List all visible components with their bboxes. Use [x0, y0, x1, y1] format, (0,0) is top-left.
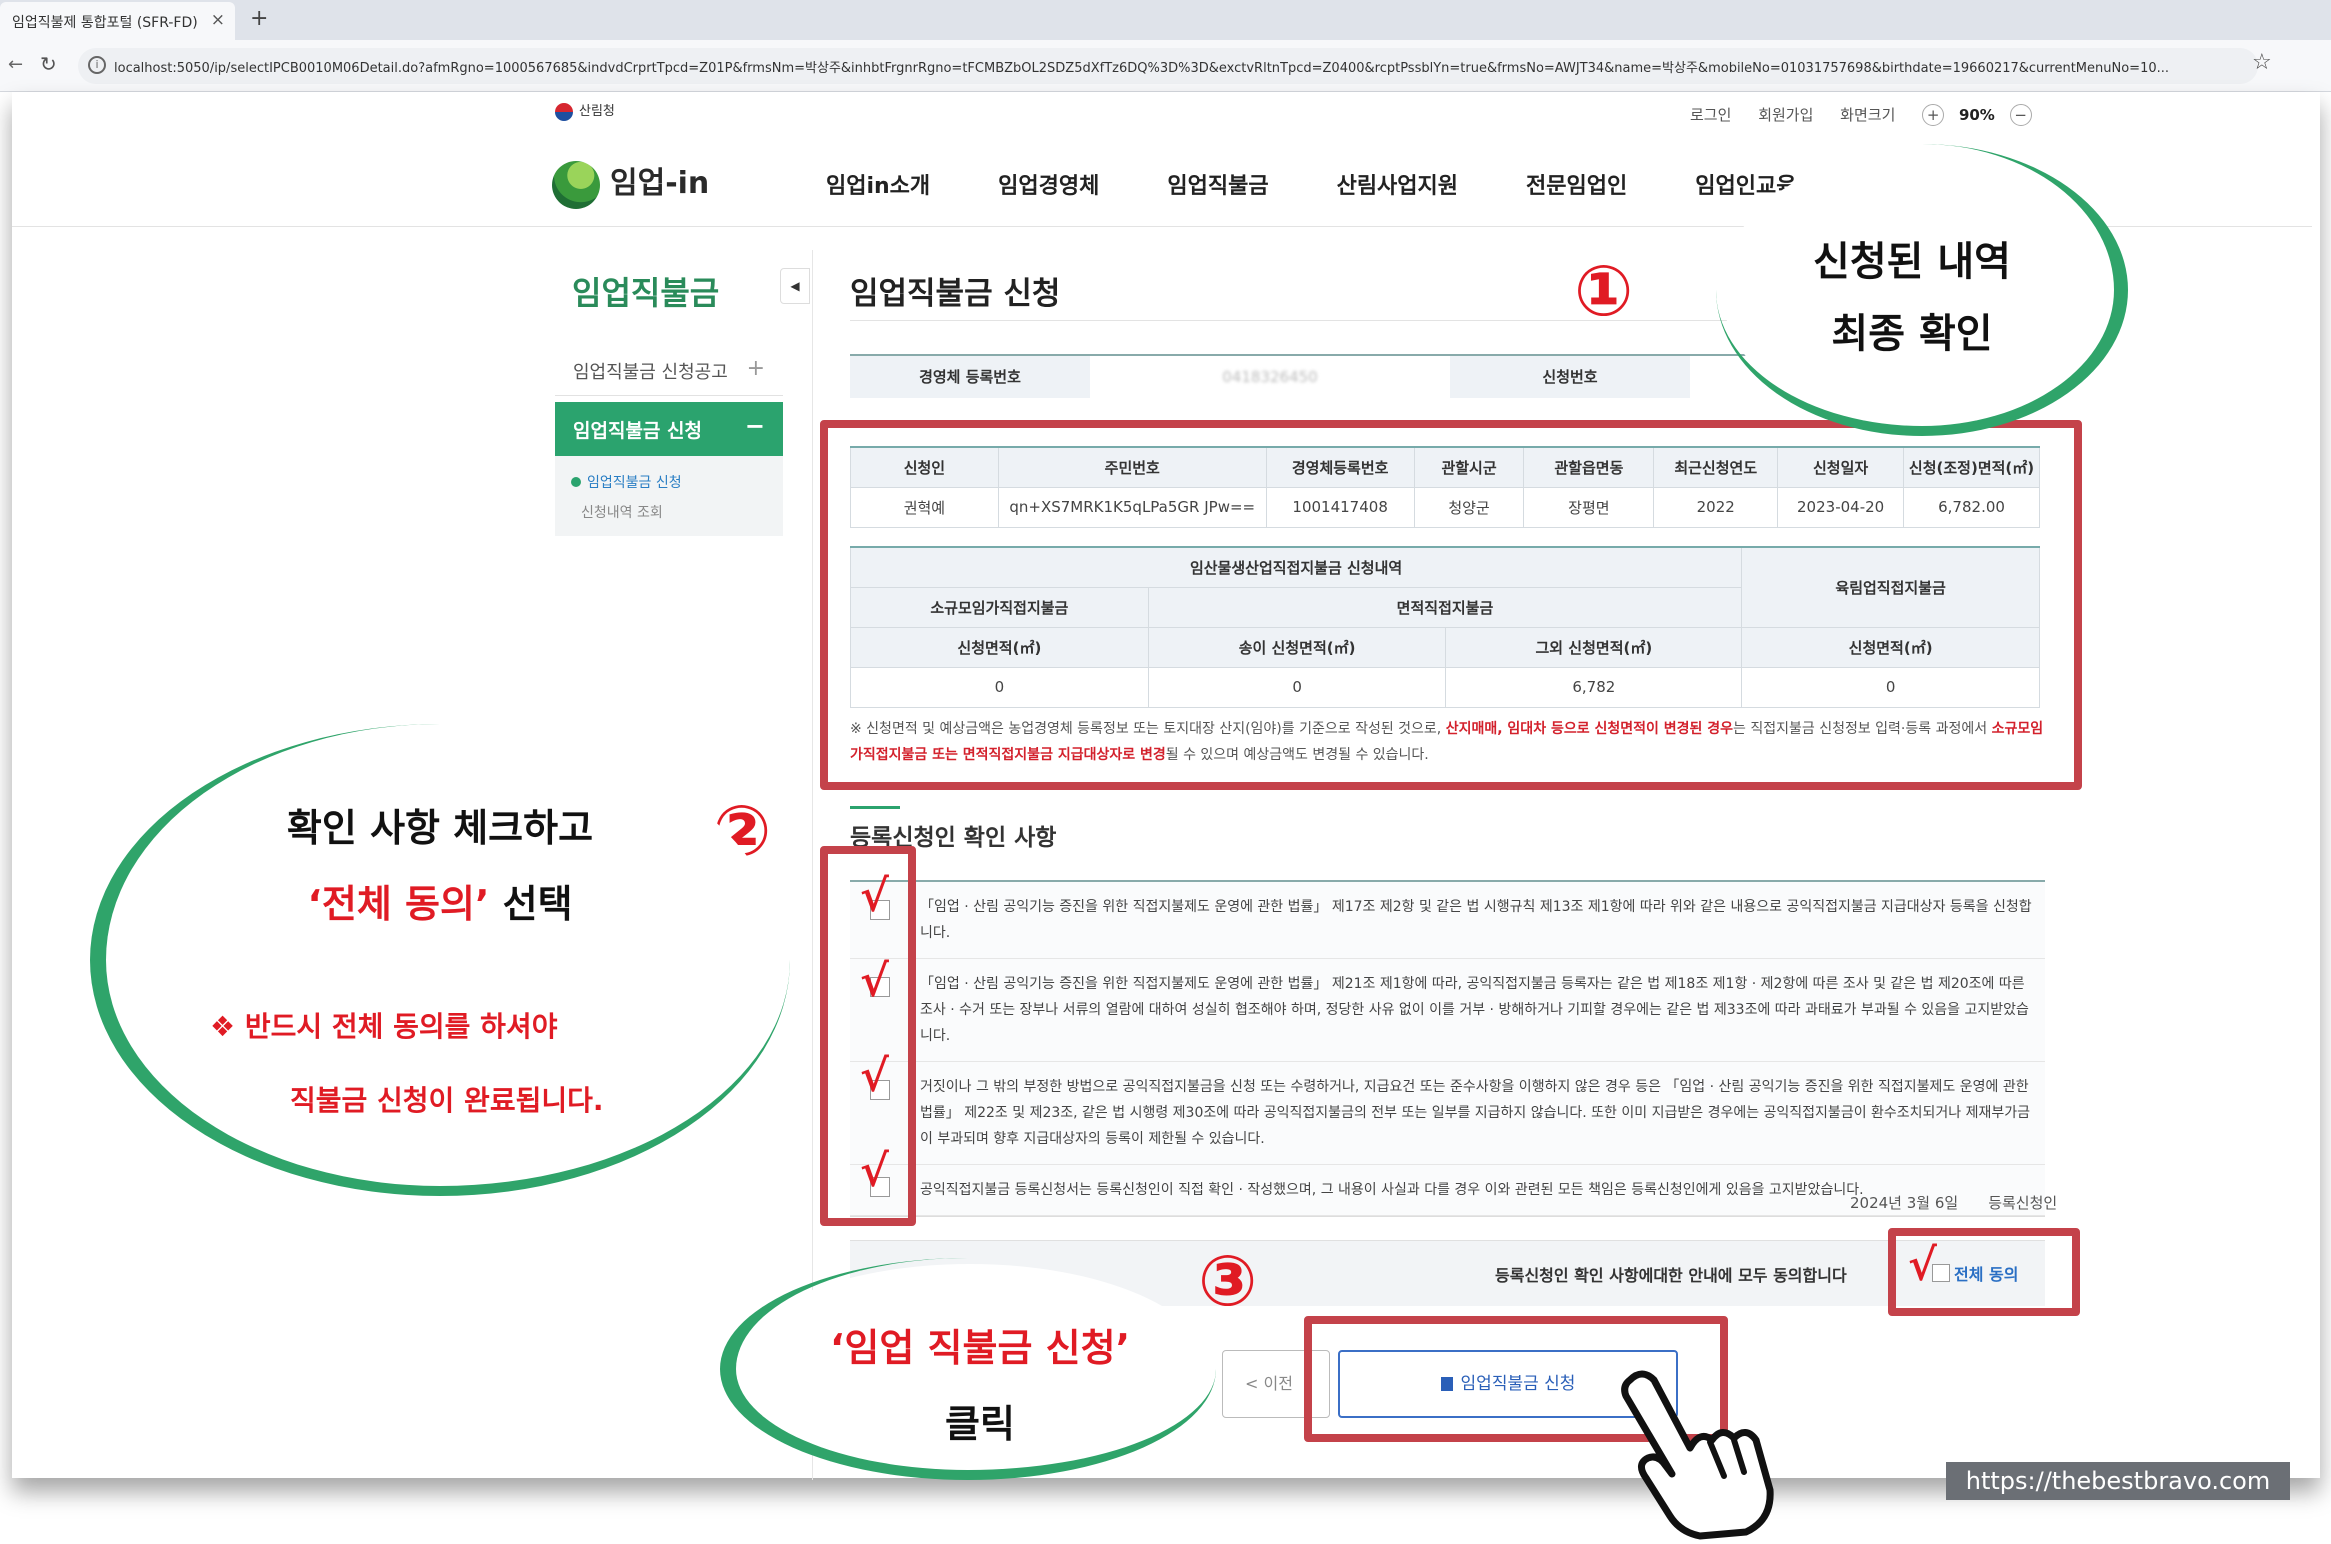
back-arrow-icon[interactable]: ← [8, 54, 23, 75]
signature-date: 2024년 3월 6일 [1850, 1194, 1959, 1212]
sidebar-collapse-icon[interactable]: ◀ [780, 268, 810, 304]
highlight-box-agree-all [1888, 1228, 2080, 1316]
bookmark-star-icon[interactable]: ☆ [2252, 50, 2272, 75]
agree-all-text: 등록신청인 확인 사항에대한 안내에 모두 동의합니다 [1495, 1266, 1847, 1285]
address-bar[interactable]: i localhost:5050/ip/selectIPCB0010M06Det… [78, 48, 2258, 84]
callout-note-2: ❖ 반드시 전체 동의를 하셔야 직불금 신청이 완료됩니다. [210, 1010, 604, 1117]
browser-toolbar: ← ↻ i localhost:5050/ip/selectIPCB0010M0… [0, 40, 2331, 92]
page-title: 임업직불금 신청 [850, 276, 1061, 312]
zoom-label: 화면크기 [1840, 106, 1896, 124]
submenu-item-apply[interactable]: 임업직불금 신청 [571, 472, 783, 492]
sidebar-item-notice[interactable]: 임업직불금 신청공고 + [555, 346, 783, 396]
step-number-1: ① [1574, 250, 1634, 332]
nav-item-intro[interactable]: 임업in소개 [826, 174, 930, 199]
nav-item-support[interactable]: 산림사업지원 [1337, 174, 1458, 199]
tab-title: 임업직불제 통합포털 (SFR-FD) [12, 15, 198, 31]
callout-text-1: 신청된 내역 최종 확인 [1813, 239, 2011, 357]
url-text: localhost:5050/ip/selectIPCB0010M06Detai… [114, 61, 2170, 76]
entity-number-value: 0418326450 [1222, 368, 1318, 386]
browser-tab-strip: 임업직불제 통합포털 (SFR-FD) × + [0, 0, 2331, 40]
highlight-box-summary [820, 420, 2082, 790]
gov-logo[interactable]: 산림청 [555, 100, 615, 121]
step-number-3: ③ [1198, 1240, 1258, 1322]
section-accent [850, 806, 900, 809]
sidebar-title: 임업직불금 [572, 274, 720, 312]
nav-item-entity[interactable]: 임업경영체 [998, 174, 1099, 199]
list-item: √ 「임업 · 산림 공익기능 증진을 위한 직접지불제도 운영에 관한 법률」… [850, 959, 2045, 1062]
confirmation-list: √ 「임업 · 산림 공익기능 증진을 위한 직접지불제도 운영에 관한 법률」… [850, 875, 2045, 1217]
browser-tab[interactable]: 임업직불제 통합포털 (SFR-FD) × [0, 2, 235, 40]
submenu-item-history[interactable]: 신청내역 조회 [571, 502, 783, 522]
zoom-value: 90% [1958, 106, 1995, 124]
zoom-in-button[interactable]: + [1922, 104, 1945, 126]
main-nav: 임업in소개 임업경영체 임업직불금 산림사업지원 전문임업인 임업인교육 [826, 168, 1864, 200]
new-tab-icon[interactable]: + [250, 6, 268, 31]
login-link[interactable]: 로그인 [1690, 106, 1731, 124]
expand-icon: + [746, 356, 765, 381]
join-link[interactable]: 회원가입 [1758, 106, 1813, 124]
pointing-hand-icon [1621, 1370, 1774, 1540]
nav-item-expert[interactable]: 전문임업인 [1526, 174, 1627, 199]
collapse-icon: − [744, 412, 765, 440]
callout-text-2: 확인 사항 체크하고 ‘전체 동의’ 선택 [286, 806, 594, 926]
leaf-logo-icon [552, 160, 600, 209]
site-info-icon[interactable]: i [88, 56, 106, 74]
taegeuk-icon [555, 102, 573, 121]
sidebar-item-apply[interactable]: 임업직불금 신청 − [555, 402, 783, 456]
signature-label: 등록신청인 [1988, 1194, 2058, 1212]
application-number-label: 신청번호 [1450, 356, 1690, 398]
close-icon[interactable]: × [211, 10, 225, 30]
reload-icon[interactable]: ↻ [40, 52, 57, 76]
site-logo[interactable]: 임업-in [552, 158, 709, 209]
list-item: √ 「임업 · 산림 공익기능 증진을 위한 직접지불제도 운영에 관한 법률」… [850, 875, 2045, 959]
highlight-box-checkboxes [820, 846, 916, 1226]
callout-text-3: ‘임업 직불금 신청’ 클릭 [829, 1326, 1131, 1446]
sidebar-submenu: 임업직불금 신청 신청내역 조회 [555, 456, 783, 536]
zoom-out-button[interactable]: − [2009, 104, 2032, 126]
utility-menu: 로그인 회원가입 화면크기 + 90% − [1690, 104, 2042, 126]
nav-item-payment[interactable]: 임업직불금 [1167, 174, 1268, 199]
entity-number-label: 경영체 등록번호 [850, 356, 1090, 398]
watermark: https://thebestbravo.com [1946, 1462, 2290, 1500]
signature-line: 2024년 3월 6일 등록신청인 [1820, 1192, 2057, 1213]
list-item: √ 거짓이나 그 밖의 부정한 방법으로 공익직접지불금을 신청 또는 수령하거… [850, 1055, 2045, 1165]
